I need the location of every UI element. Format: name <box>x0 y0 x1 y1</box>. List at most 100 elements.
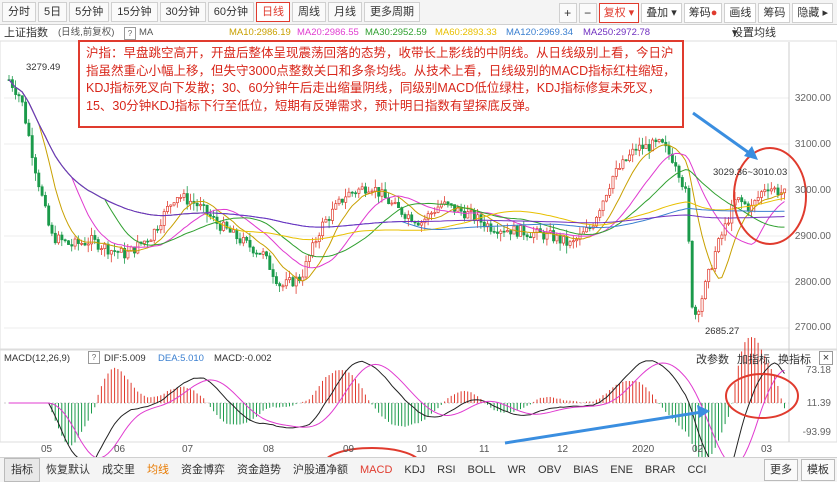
tab-brar[interactable]: BRAR <box>639 459 682 481</box>
candle-body <box>410 214 414 223</box>
tab-indicator[interactable]: 指标 <box>4 458 40 482</box>
tab-fund-trend[interactable]: 资金趋势 <box>231 459 287 481</box>
candle-body <box>552 230 556 242</box>
y-label-3100: 3100.00 <box>794 139 831 150</box>
tab-kdj[interactable]: KDJ <box>398 459 431 481</box>
more-button[interactable]: 更多 <box>764 459 798 481</box>
candle-body <box>166 205 169 212</box>
tab-bias[interactable]: BIAS <box>567 459 604 481</box>
add-indicator-button[interactable]: 加指标 <box>737 351 770 367</box>
candle-body <box>156 228 160 231</box>
candle-body <box>657 139 661 143</box>
candle-body <box>562 236 565 244</box>
candle-body <box>690 240 694 308</box>
y-label-3200: 3200.00 <box>794 93 831 104</box>
candle-body <box>73 238 77 247</box>
candle-body <box>568 241 572 246</box>
y-label-2900: 2900.00 <box>794 231 831 242</box>
x-label-08: 08 <box>263 444 275 455</box>
candle-body <box>162 211 166 226</box>
candle-body <box>96 239 100 250</box>
tab-obv[interactable]: OBV <box>532 459 567 481</box>
candle-body <box>327 219 331 221</box>
candle-body <box>393 202 397 204</box>
tab-ene[interactable]: ENE <box>604 459 639 481</box>
candle-body <box>489 223 493 232</box>
tab-restore-default[interactable]: 恢复默认 <box>40 459 96 481</box>
candle-body <box>67 240 70 245</box>
candle-body <box>713 251 717 269</box>
candle-body <box>631 148 635 156</box>
candle-body <box>773 187 777 190</box>
x-label-07: 07 <box>182 444 194 455</box>
candle-body <box>274 276 278 284</box>
tab-ma[interactable]: 均线 <box>141 459 175 481</box>
candle-body <box>169 204 173 207</box>
candle-body <box>86 243 90 246</box>
tab-fund-game[interactable]: 资金博弈 <box>175 459 231 481</box>
x-label-02: 02 <box>692 444 704 455</box>
candle-body <box>57 234 61 244</box>
candle-body <box>680 177 684 188</box>
candle-body <box>466 211 470 219</box>
candle-body <box>370 190 374 193</box>
candle-body <box>80 242 84 245</box>
candle-body <box>479 214 483 223</box>
tab-cci[interactable]: CCI <box>681 459 712 481</box>
candle-body <box>116 251 120 253</box>
arrow-price-line <box>692 111 753 157</box>
candle-body <box>43 195 47 207</box>
candle-body <box>416 222 420 226</box>
candle-body <box>24 101 28 124</box>
candle-body <box>430 212 433 215</box>
tab-volume[interactable]: 成交里 <box>96 459 141 481</box>
close-icon[interactable]: × <box>819 351 833 365</box>
candle-body <box>364 186 367 194</box>
candle-body <box>746 203 750 212</box>
candle-body <box>199 204 202 207</box>
candle-body <box>17 94 21 97</box>
candle-body <box>133 246 136 254</box>
tab-boll[interactable]: BOLL <box>462 459 502 481</box>
candle-body <box>248 239 252 248</box>
tab-wr[interactable]: WR <box>502 459 532 481</box>
candle-body <box>667 145 671 155</box>
candle-body <box>492 231 496 233</box>
candle-body <box>14 87 18 95</box>
change-params-button[interactable]: 改参数 <box>696 351 729 367</box>
candle-body <box>756 197 760 201</box>
candle-body <box>271 269 275 277</box>
candle-body <box>522 225 526 236</box>
candle-body <box>235 229 239 240</box>
y-label-3000: 3000.00 <box>794 185 831 196</box>
candle-body <box>509 230 513 235</box>
candle-body <box>753 200 757 206</box>
candle-body <box>684 186 688 189</box>
candle-body <box>644 144 648 149</box>
candle-body <box>149 239 153 242</box>
candle-body <box>103 243 107 250</box>
candle-body <box>20 95 24 103</box>
candle-body <box>502 230 506 233</box>
template-button[interactable]: 模板 <box>801 459 835 481</box>
candle-body <box>387 197 391 205</box>
help-icon-macd[interactable]: ? <box>88 351 100 364</box>
x-label-2020: 2020 <box>632 444 655 455</box>
candle-body <box>496 231 499 234</box>
dif-value: DIF:5.009 <box>104 353 146 364</box>
candle-body <box>288 277 292 281</box>
low-price-label: 2685.27 <box>705 326 740 337</box>
candle-body <box>420 222 424 226</box>
candle-body <box>324 219 328 223</box>
candle-body <box>278 283 282 287</box>
tab-rsi[interactable]: RSI <box>431 459 461 481</box>
candle-body <box>311 242 315 256</box>
candle-body <box>281 285 285 288</box>
candle-body <box>558 234 562 244</box>
candle-body <box>505 230 509 233</box>
candle-body <box>344 196 348 203</box>
candle-body <box>585 227 589 233</box>
tab-hk-connect[interactable]: 沪股通净额 <box>287 459 354 481</box>
tab-macd[interactable]: MACD <box>354 459 398 481</box>
candle-body <box>763 189 767 193</box>
